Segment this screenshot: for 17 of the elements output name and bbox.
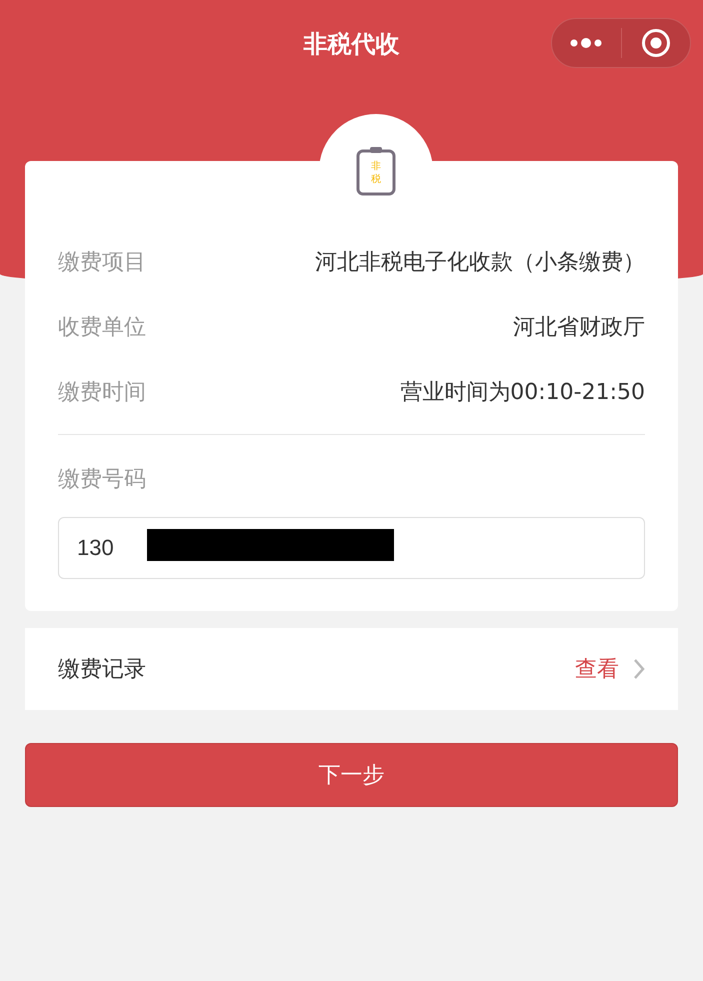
records-label: 缴费记录 (58, 656, 146, 684)
next-button[interactable]: 下一步 (25, 743, 678, 807)
chevron-right-icon (633, 658, 645, 680)
records-row[interactable]: 缴费记录 查看 (25, 628, 678, 710)
detail-label: 收费单位 (58, 314, 146, 342)
view-link[interactable]: 查看 (575, 654, 645, 684)
field-label: 缴费号码 (58, 466, 147, 494)
more-icon[interactable] (570, 37, 602, 49)
page-title: 非税代收 (304, 29, 400, 60)
detail-label: 缴费项目 (58, 248, 146, 276)
field-value: 130 (77, 535, 114, 561)
detail-value: 河北省财政厅 (513, 314, 645, 342)
detail-value: 河北非税电子化收款（小条缴费） (315, 248, 645, 276)
detail-value: 营业时间为00:10-21:50 (400, 378, 645, 406)
detail-label: 缴费时间 (58, 378, 146, 406)
payment-number-field[interactable]: 130 (58, 517, 645, 579)
close-icon[interactable] (640, 28, 671, 58)
